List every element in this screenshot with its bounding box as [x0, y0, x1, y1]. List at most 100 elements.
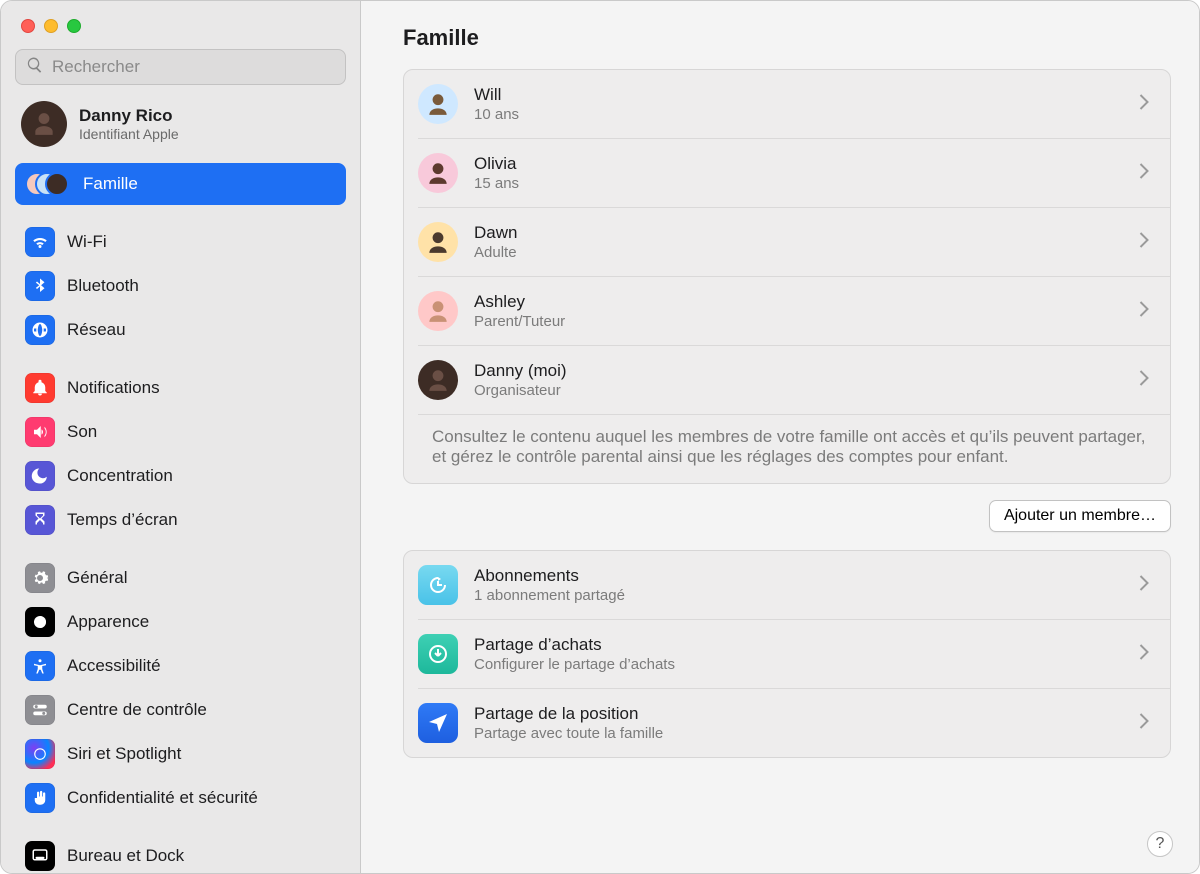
sharing-features-card: Abonnements 1 abonnement partagé Partage… [403, 550, 1171, 758]
sidebar-item-label: Siri et Spotlight [67, 744, 181, 764]
feature-title: Abonnements [474, 566, 625, 586]
search-field[interactable] [15, 49, 346, 85]
member-subtitle: 15 ans [474, 175, 519, 192]
purchase-sharing-icon [418, 634, 458, 674]
sidebar-item-temps-ecran[interactable]: Temps d’écran [15, 499, 346, 541]
dock-icon [25, 841, 55, 871]
sidebar-item-bureau-dock[interactable]: Bureau et Dock [15, 835, 346, 873]
sidebar-item-label: Général [67, 568, 127, 588]
sidebar-item-wifi[interactable]: Wi-Fi [15, 221, 346, 263]
chevron-right-icon [1139, 232, 1156, 252]
feature-row-purchase-sharing[interactable]: Partage d’achats Configurer le partage d… [418, 619, 1170, 688]
feature-title: Partage d’achats [474, 635, 675, 655]
member-name: Ashley [474, 292, 565, 312]
sidebar-item-label: Bureau et Dock [67, 846, 184, 866]
sidebar-item-apparence[interactable]: Apparence [15, 601, 346, 643]
member-avatar [418, 222, 458, 262]
sidebar-item-notifications[interactable]: Notifications [15, 367, 346, 409]
sidebar-item-label: Apparence [67, 612, 149, 632]
family-member-row[interactable]: Danny (moi) Organisateur [418, 345, 1170, 414]
switches-icon [25, 695, 55, 725]
account-avatar [21, 101, 67, 147]
member-subtitle: 10 ans [474, 106, 519, 123]
sidebar-account-row[interactable]: Danny Rico Identifiant Apple [15, 93, 346, 155]
chevron-right-icon [1139, 713, 1156, 733]
chevron-right-icon [1139, 644, 1156, 664]
sidebar-item-general[interactable]: Général [15, 557, 346, 599]
speaker-icon [25, 417, 55, 447]
moon-icon [25, 461, 55, 491]
siri-icon [25, 739, 55, 769]
chevron-right-icon [1139, 301, 1156, 321]
chevron-right-icon [1139, 94, 1156, 114]
member-avatar [418, 291, 458, 331]
sidebar-item-reseau[interactable]: Réseau [15, 309, 346, 351]
globe-icon [25, 315, 55, 345]
hourglass-icon [25, 505, 55, 535]
member-subtitle: Adulte [474, 244, 517, 261]
sidebar-item-label: Réseau [67, 320, 126, 340]
member-avatar [418, 84, 458, 124]
content-area: Famille Will 10 ans Olivia 15 ans [361, 1, 1199, 873]
sidebar-item-son[interactable]: Son [15, 411, 346, 453]
sidebar-item-bluetooth[interactable]: Bluetooth [15, 265, 346, 307]
sidebar-item-label: Bluetooth [67, 276, 139, 296]
sidebar-item-label: Son [67, 422, 97, 442]
location-sharing-icon [418, 703, 458, 743]
search-icon [26, 56, 44, 78]
chevron-right-icon [1139, 370, 1156, 390]
family-member-row[interactable]: Dawn Adulte [418, 207, 1170, 276]
member-avatar [418, 153, 458, 193]
sidebar-item-label: Wi-Fi [67, 232, 107, 252]
account-subtitle: Identifiant Apple [79, 126, 179, 142]
chevron-right-icon [1139, 575, 1156, 595]
family-member-row[interactable]: Ashley Parent/Tuteur [418, 276, 1170, 345]
bluetooth-icon [25, 271, 55, 301]
account-name: Danny Rico [79, 106, 179, 126]
search-input[interactable] [52, 57, 335, 77]
sidebar-item-label: Famille [83, 174, 138, 194]
family-icon [25, 169, 71, 199]
page-title: Famille [403, 25, 1171, 51]
sidebar-item-label: Accessibilité [67, 656, 161, 676]
member-name: Will [474, 85, 519, 105]
feature-subtitle: Partage avec toute la famille [474, 725, 663, 742]
sidebar-item-famille[interactable]: Famille [15, 163, 346, 205]
add-member-button[interactable]: Ajouter un membre… [989, 500, 1171, 532]
member-subtitle: Organisateur [474, 382, 567, 399]
accessibility-icon [25, 651, 55, 681]
sidebar-item-label: Temps d’écran [67, 510, 178, 530]
family-member-row[interactable]: Will 10 ans [404, 70, 1170, 138]
sidebar-item-label: Notifications [67, 378, 160, 398]
feature-row-location-sharing[interactable]: Partage de la position Partage avec tout… [418, 688, 1170, 757]
close-window-button[interactable] [21, 19, 35, 33]
family-members-card: Will 10 ans Olivia 15 ans [403, 69, 1171, 484]
window-controls [15, 15, 346, 41]
sidebar-item-label: Confidentialité et sécurité [67, 788, 258, 808]
feature-subtitle: Configurer le partage d’achats [474, 656, 675, 673]
sidebar-item-confidentialite[interactable]: Confidentialité et sécurité [15, 777, 346, 819]
member-name: Dawn [474, 223, 517, 243]
feature-row-subscriptions[interactable]: Abonnements 1 abonnement partagé [404, 551, 1170, 619]
family-member-row[interactable]: Olivia 15 ans [418, 138, 1170, 207]
member-name: Olivia [474, 154, 519, 174]
bell-icon [25, 373, 55, 403]
subscriptions-icon [418, 565, 458, 605]
settings-window: Danny Rico Identifiant Apple Famille Wi-… [0, 0, 1200, 874]
maximize-window-button[interactable] [67, 19, 81, 33]
feature-title: Partage de la position [474, 704, 663, 724]
minimize-window-button[interactable] [44, 19, 58, 33]
sidebar-item-label: Centre de contrôle [67, 700, 207, 720]
sidebar-item-siri[interactable]: Siri et Spotlight [15, 733, 346, 775]
sidebar-item-label: Concentration [67, 466, 173, 486]
feature-subtitle: 1 abonnement partagé [474, 587, 625, 604]
appearance-icon [25, 607, 55, 637]
member-subtitle: Parent/Tuteur [474, 313, 565, 330]
sidebar-item-concentration[interactable]: Concentration [15, 455, 346, 497]
help-button[interactable]: ? [1147, 831, 1173, 857]
wifi-icon [25, 227, 55, 257]
sidebar: Danny Rico Identifiant Apple Famille Wi-… [1, 1, 361, 873]
sidebar-item-accessibilite[interactable]: Accessibilité [15, 645, 346, 687]
family-members-description: Consultez le contenu auquel les membres … [418, 414, 1170, 483]
sidebar-item-centre-controle[interactable]: Centre de contrôle [15, 689, 346, 731]
